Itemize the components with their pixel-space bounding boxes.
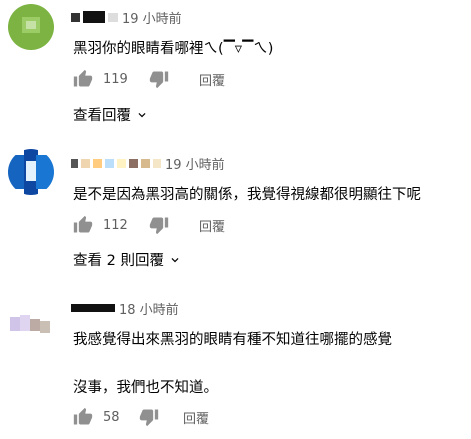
reply-button[interactable]: 回覆 (183, 408, 209, 427)
comment-text: 黑羽你的眼睛看哪裡ㄟ(▔▿▔ㄟ) (73, 41, 274, 57)
comment-text: 我感覺得出來黑羽的眼睛有種不知道往哪擺的感覺 (73, 332, 392, 348)
comment-actions: 119 回覆 (73, 68, 225, 90)
avatar[interactable] (8, 299, 54, 345)
comment-header: 19 小時前 (71, 154, 225, 173)
view-replies-button[interactable]: 查看 2 則回覆 (73, 249, 182, 270)
comment-actions: 58 回覆 (73, 406, 209, 428)
chevron-down-icon (168, 253, 182, 267)
thumb-up-icon[interactable] (73, 215, 93, 235)
avatar[interactable] (8, 4, 54, 50)
view-replies-button[interactable]: 查看回覆 (73, 104, 149, 125)
timestamp[interactable]: 18 小時前 (119, 299, 179, 318)
reply-button[interactable]: 回覆 (199, 216, 225, 235)
view-replies-label: 查看 2 則回覆 (73, 253, 164, 269)
chevron-down-icon (135, 108, 149, 122)
comment-actions: 112 回覆 (73, 214, 225, 236)
comment-header: 19 小時前 (71, 8, 182, 27)
author-name-redacted[interactable] (71, 158, 161, 168)
thumb-down-icon[interactable] (149, 215, 169, 235)
view-replies-label: 查看回覆 (73, 108, 131, 124)
thumb-up-icon[interactable] (73, 407, 93, 427)
author-name-redacted[interactable] (71, 304, 115, 312)
thumb-down-icon[interactable] (139, 407, 159, 427)
comment-text-line-2: 沒事，我們也不知道。 (73, 380, 218, 396)
thumb-up-icon[interactable] (73, 69, 93, 89)
like-count: 112 (103, 217, 128, 233)
reply-button[interactable]: 回覆 (199, 70, 225, 89)
author-name-redacted[interactable] (71, 11, 118, 23)
avatar[interactable] (8, 149, 54, 195)
timestamp[interactable]: 19 小時前 (122, 8, 182, 27)
like-count: 119 (103, 71, 128, 87)
like-count: 58 (103, 409, 120, 425)
comment-header: 18 小時前 (71, 299, 179, 318)
thumb-down-icon[interactable] (149, 69, 169, 89)
timestamp[interactable]: 19 小時前 (165, 154, 225, 173)
comment-text: 是不是因為黑羽高的關係，我覺得視線都很明顯往下呢 (73, 187, 421, 203)
